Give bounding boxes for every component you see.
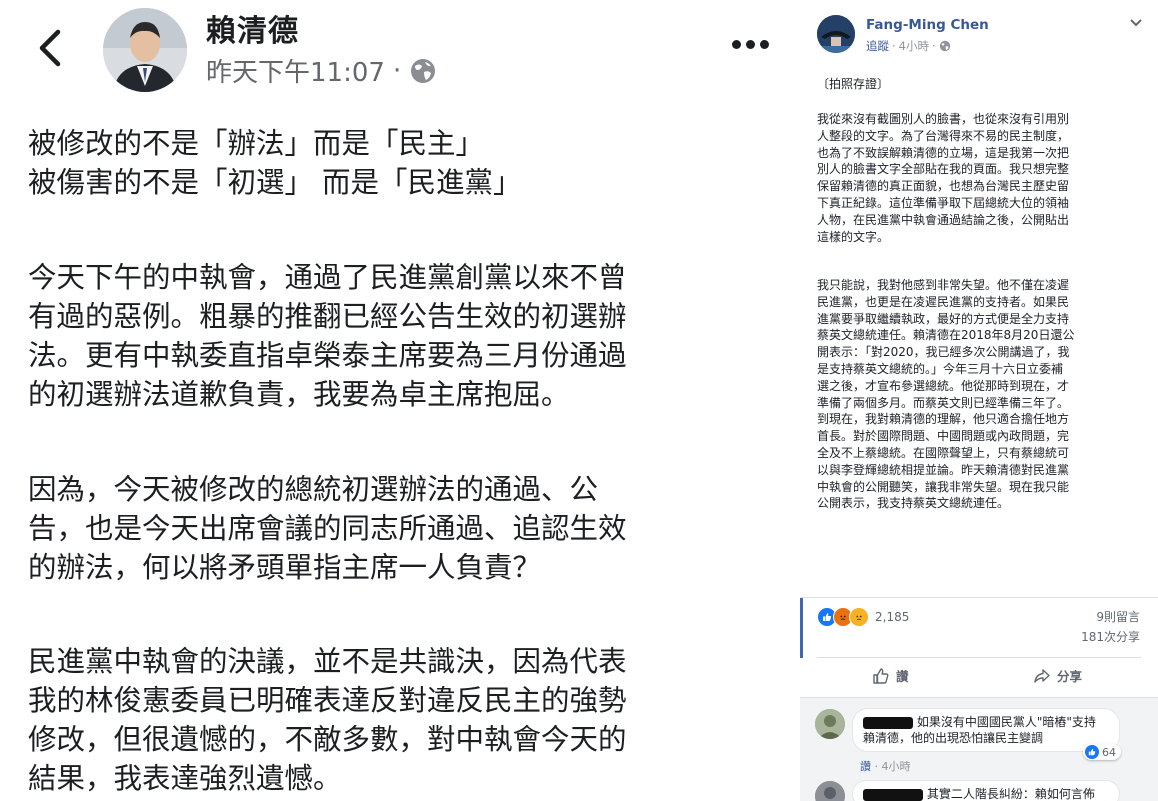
paragraph-line: 這樣的文字。: [817, 229, 890, 244]
paragraph-line: 下真正紀錄。這位準備爭取下屆總統大位的領袖: [817, 195, 1070, 210]
back-arrow-icon[interactable]: [30, 26, 70, 70]
comment-like-count[interactable]: 64: [1083, 744, 1121, 760]
paragraph-line: 進黨要爭取繼續執政，最好的方式便是全力支持: [817, 311, 1070, 326]
paragraph-line: 民進黨，也更是在凌遲民進黨的支持者。如果民: [817, 294, 1070, 309]
author-avatar[interactable]: [103, 8, 187, 92]
redacted-name: [863, 788, 923, 801]
paragraph-line: 法。更有中執委直指卓榮泰主席要為三月份通過: [28, 339, 627, 372]
comment-meta: 讚 · 4小時: [860, 758, 911, 774]
focus-accent: [800, 598, 803, 658]
paragraph-line: 保留賴清德的真正面貌，也想為台灣民主歷史留: [817, 179, 1070, 194]
paragraph-line: 首長。對於國際問題、中國問題或內政問題，完: [817, 429, 1070, 444]
post-headline: 被修改的不是「辦法」而是「民主」 被傷害的不是「初選」 而是「民進黨」: [28, 124, 768, 202]
paragraph-line: 開表示：「對2020，我已經多次公開講過了，我: [817, 345, 1070, 360]
paragraph-line: 人整段的文字。為了台灣得來不易的民主制度，: [817, 128, 1070, 143]
post-paragraph: 民進黨中執會的決議，並不是共識決，因為代表 我的林俊憲委員已明確表達反對違反民主…: [28, 642, 768, 798]
headline-line: 被傷害的不是「初選」 而是「民進黨」: [28, 166, 522, 199]
divider: [817, 657, 1141, 658]
share-button[interactable]: 分享: [1033, 666, 1082, 685]
comment-text-line: 賴清德，他的出現恐怕讓民主變調: [863, 731, 1044, 745]
paragraph-line: 我的林俊憲委員已明確表達反對違反民主的強勢: [28, 684, 627, 717]
comment-like-link[interactable]: 讚: [860, 760, 871, 773]
like-label: 讚: [896, 669, 909, 684]
headline-line: 被修改的不是「辦法」而是「民主」: [28, 127, 485, 160]
paragraph-line: 準備了兩個多月。而蔡英文則已經準備三年了。: [817, 395, 1070, 410]
poster-avatar[interactable]: [817, 15, 855, 53]
post-paragraph: 我只能說，我對他感到非常失望。他不僅在凌遲 民進黨，也更是在凌遲民進黨的支持者。…: [817, 277, 1137, 512]
paragraph-line: 因為，今天被修改的總統初選辦法的通過、公: [28, 473, 599, 506]
paragraph-line: 是支持蔡英文總統的。」今年三月十六日立委補: [817, 361, 1064, 376]
paragraph-line: 別人的臉書文字全部貼在我的頁面。我只想完整: [817, 162, 1070, 177]
meta-separator: ·: [874, 760, 879, 773]
sad-reaction-icon: [849, 607, 869, 627]
post-time[interactable]: 4小時: [899, 38, 929, 54]
divider: [800, 597, 1158, 598]
meta-separator: ·: [931, 39, 936, 53]
paragraph-line: 蔡英文總統連任。賴清德在2018年8月20日還公: [817, 328, 1075, 343]
share-icon: [1034, 668, 1050, 683]
like-reaction-icon: [1085, 745, 1099, 759]
poster-name[interactable]: Fang-Ming Chen: [866, 17, 989, 33]
globe-icon: [939, 40, 950, 52]
reactions-summary[interactable]: 2,185: [817, 607, 909, 627]
share-label: 分享: [1057, 669, 1083, 684]
poster-meta: 追蹤 · 4小時 ·: [866, 38, 951, 54]
paragraph-line: 以與李登輝總統相提並論。昨天賴清德對民進黨: [817, 462, 1070, 477]
post-paragraph: 我從來沒有截圖別人的臉書，也從來沒有引用別 人整段的文字。為了台灣得來不易的民主…: [817, 111, 1137, 245]
comment-bubble: 如果沒有中國國民黨人"暗樁"支持 賴清德，他的出現恐怕讓民主變調: [852, 708, 1120, 752]
paragraph-line: 我從來沒有截圖別人的臉書，也從來沒有引用別: [817, 112, 1070, 126]
paragraph-line: 人物，在民進黨中執會通過結論之後，公開貼出: [817, 212, 1070, 227]
paragraph-line: 民進黨中執會的決議，並不是共識決，因為代表: [28, 645, 627, 678]
paragraph-line: 全及不上蔡總統。在國際聲望上，只有蔡總統可: [817, 445, 1070, 460]
meta-separator: ·: [892, 39, 896, 53]
like-button[interactable]: 讚: [872, 666, 909, 685]
post-paragraph: 因為，今天被修改的總統初選辦法的通過、公 告，也是今天出席會議的同志所通過、追認…: [28, 470, 768, 587]
reaction-count: 2,185: [875, 610, 910, 624]
post-meta: 昨天下午11:07 ·: [206, 52, 437, 89]
shares-count[interactable]: 181次分享: [1058, 628, 1140, 645]
paragraph-line: 今天下午的中執會，通過了民進黨創黨以來不曾: [28, 261, 627, 294]
paragraph-line: 選之後，才宣布參選總統。他從那時到現在，才: [817, 378, 1070, 393]
comment-text-line: 其實二人階長糾紛：賴如何言佈: [926, 787, 1095, 801]
paragraph-line: 有過的惡例。粗暴的推翻已經公告生效的初選辦: [28, 300, 627, 333]
paragraph-line: 我只能說，我對他感到非常失望。他不僅在凌遲: [817, 278, 1070, 292]
paragraph-line: 到現在，我對賴清德的理解，他只適合擔任地方: [817, 412, 1070, 427]
paragraph-line: 的辦法，何以將矛頭單指主席一人負責？: [28, 551, 542, 584]
comments-count[interactable]: 9則留言: [1058, 608, 1140, 625]
paragraph-line: 結果，我表達強烈遺憾。: [28, 762, 342, 795]
more-options-icon[interactable]: [732, 40, 769, 49]
post-tag: 〔拍照存證〕: [817, 77, 890, 91]
author-name[interactable]: 賴清德: [206, 6, 299, 50]
commenter-avatar[interactable]: [815, 709, 845, 739]
paragraph-line: 也為了不致誤解賴清德的立場，這是我第一次把: [817, 145, 1070, 160]
mobile-post-screenshot: 賴清德 昨天下午11:07 · 被修改的不是「辦法」而是「民主」 被傷害的不是「…: [0, 0, 790, 801]
comment-likes-number: 64: [1102, 745, 1116, 759]
thumbs-up-icon: [873, 667, 889, 684]
comment-time[interactable]: 4小時: [882, 760, 911, 773]
follow-link[interactable]: 追蹤: [866, 38, 889, 54]
paragraph-line: 的初選辦法道歉負責，我要為卓主席抱屈。: [28, 378, 570, 411]
post-timestamp[interactable]: 昨天下午11:07: [206, 52, 385, 89]
redacted-name: [863, 716, 913, 729]
comment-bubble: 其實二人階長糾紛：賴如何言佈: [852, 780, 1120, 801]
desktop-post: Fang-Ming Chen 追蹤 · 4小時 · 〔拍照存證〕 我從來沒有截圖…: [800, 0, 1158, 801]
comment-text-line: 如果沒有中國國民黨人"暗樁"支持: [916, 715, 1096, 729]
globe-icon: [411, 58, 436, 83]
paragraph-line: 公開表示，我支持蔡英文總統連任。: [817, 496, 1010, 511]
paragraph-line: 修改，但很遺憾的，不敵多數，對中執會今天的: [28, 723, 627, 756]
chevron-down-icon[interactable]: [1129, 18, 1143, 28]
paragraph-line: 告，也是今天出席會議的同志所通過、追認生效: [28, 512, 627, 545]
post-paragraph: 今天下午的中執會，通過了民進黨創黨以來不曾 有過的惡例。粗暴的推翻已經公告生效的…: [28, 258, 768, 414]
meta-separator: ·: [392, 55, 402, 86]
paragraph-line: 中執會的公開聽笑，讓我非常失望。現在我只能: [817, 479, 1070, 494]
